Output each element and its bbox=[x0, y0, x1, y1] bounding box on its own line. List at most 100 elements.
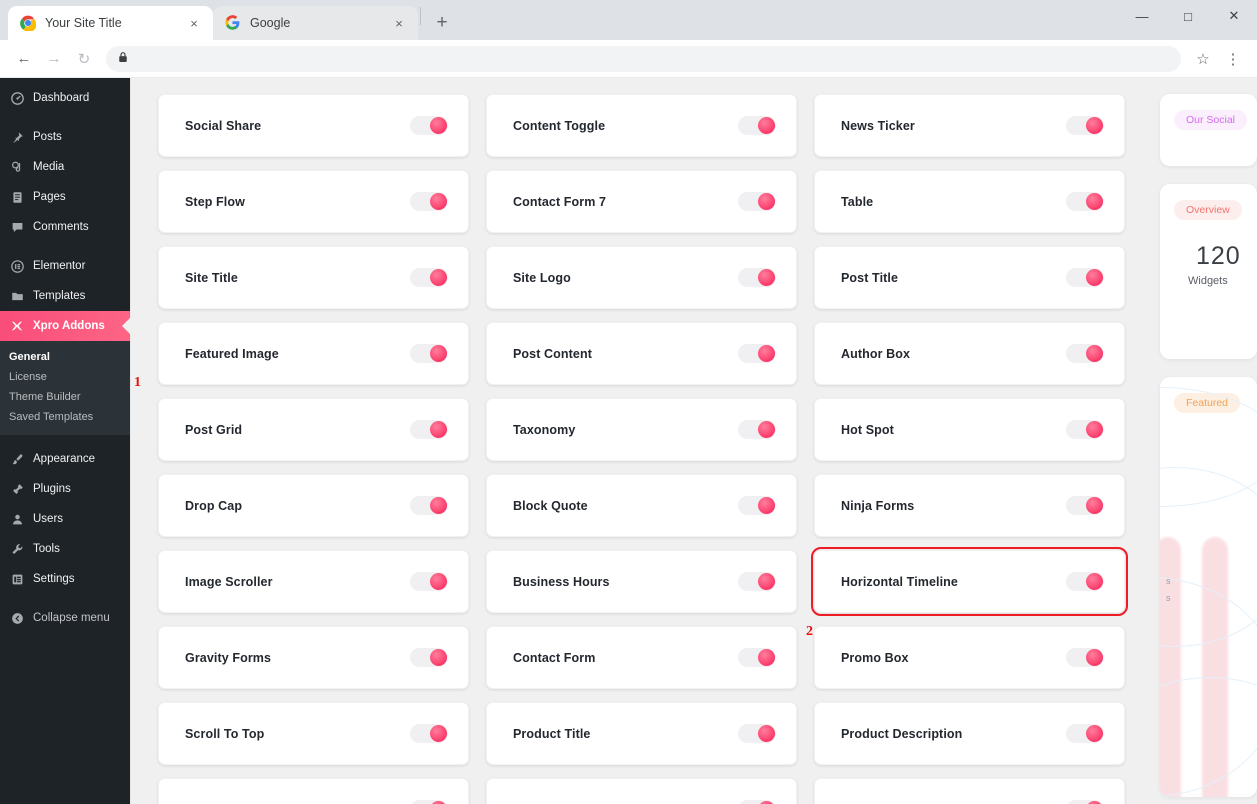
reload-icon[interactable]: ↻ bbox=[70, 45, 98, 73]
widget-card-contact-form[interactable]: Contact Form bbox=[486, 626, 797, 689]
widget-toggle[interactable] bbox=[410, 192, 448, 211]
widget-toggle[interactable] bbox=[738, 496, 776, 515]
widget-toggle[interactable] bbox=[738, 800, 776, 804]
widget-toggle[interactable] bbox=[410, 116, 448, 135]
widget-card[interactable] bbox=[486, 778, 797, 804]
sidebar-subitem-theme-builder[interactable]: Theme Builder bbox=[0, 387, 130, 407]
widget-card-drop-cap[interactable]: Drop Cap bbox=[158, 474, 469, 537]
widget-toggle[interactable] bbox=[738, 344, 776, 363]
sidebar-item-label: Plugins bbox=[33, 482, 71, 496]
widget-toggle[interactable] bbox=[410, 800, 448, 804]
toggle-knob bbox=[1086, 269, 1103, 286]
widget-card-horizontal-timeline[interactable]: Horizontal Timeline bbox=[814, 550, 1125, 613]
widget-toggle[interactable] bbox=[410, 268, 448, 287]
sidebar-subitem-general[interactable]: General bbox=[0, 347, 130, 367]
sidebar-item-tools[interactable]: Tools bbox=[0, 534, 130, 564]
widget-toggle[interactable] bbox=[1066, 344, 1104, 363]
widget-card-ninja-forms[interactable]: Ninja Forms bbox=[814, 474, 1125, 537]
widget-toggle[interactable] bbox=[738, 268, 776, 287]
toggle-knob bbox=[430, 725, 447, 742]
browser-menu-icon[interactable]: ⋮ bbox=[1219, 45, 1247, 73]
annotation-number-2: 2 bbox=[806, 624, 813, 640]
maximize-icon[interactable]: □ bbox=[1165, 0, 1211, 32]
sidebar-item-xpro-addons[interactable]: Xpro Addons bbox=[0, 311, 130, 341]
sidebar-item-posts[interactable]: Posts bbox=[0, 122, 130, 152]
forward-icon[interactable]: → bbox=[40, 45, 68, 73]
widget-card-table[interactable]: Table bbox=[814, 170, 1125, 233]
widget-toggle[interactable] bbox=[410, 496, 448, 515]
widget-card-social-share[interactable]: Social Share bbox=[158, 94, 469, 157]
widget-card-step-flow[interactable]: Step Flow bbox=[158, 170, 469, 233]
widget-toggle[interactable] bbox=[1066, 724, 1104, 743]
widget-card-taxonomy[interactable]: Taxonomy bbox=[486, 398, 797, 461]
widget-card-image-scroller[interactable]: Image Scroller bbox=[158, 550, 469, 613]
widget-card-promo-box[interactable]: Promo Box bbox=[814, 626, 1125, 689]
widget-toggle[interactable] bbox=[410, 724, 448, 743]
widget-card-post-content[interactable]: Post Content bbox=[486, 322, 797, 385]
widget-card-featured-image[interactable]: Featured Image bbox=[158, 322, 469, 385]
widget-card-product-title[interactable]: Product Title bbox=[486, 702, 797, 765]
browser-tab-google[interactable]: Google × bbox=[213, 6, 418, 40]
widget-card-author-box[interactable]: Author Box bbox=[814, 322, 1125, 385]
sidebar-item-media[interactable]: Media bbox=[0, 152, 130, 182]
widget-toggle[interactable] bbox=[738, 724, 776, 743]
address-bar[interactable] bbox=[106, 46, 1181, 72]
sidebar-item-templates[interactable]: Templates bbox=[0, 281, 130, 311]
widget-toggle[interactable] bbox=[738, 420, 776, 439]
widget-toggle[interactable] bbox=[738, 648, 776, 667]
close-icon[interactable]: × bbox=[185, 14, 203, 32]
widget-toggle[interactable] bbox=[1066, 192, 1104, 211]
sidebar-subitem-license[interactable]: License bbox=[0, 367, 130, 387]
toggle-knob bbox=[1086, 497, 1103, 514]
close-window-icon[interactable]: ✕ bbox=[1211, 0, 1257, 32]
widget-card-post-title[interactable]: Post Title bbox=[814, 246, 1125, 309]
widget-card-label: Featured Image bbox=[185, 347, 279, 361]
sidebar-item-elementor[interactable]: Elementor bbox=[0, 251, 130, 281]
widget-toggle[interactable] bbox=[410, 648, 448, 667]
widget-toggle[interactable] bbox=[1066, 800, 1104, 804]
sidebar-item-settings[interactable]: Settings bbox=[0, 564, 130, 594]
widget-toggle[interactable] bbox=[738, 192, 776, 211]
widget-card-contact-form-7[interactable]: Contact Form 7 bbox=[486, 170, 797, 233]
widget-card-post-grid[interactable]: Post Grid bbox=[158, 398, 469, 461]
minimize-icon[interactable]: — bbox=[1119, 0, 1165, 32]
close-icon[interactable]: × bbox=[390, 14, 408, 32]
sidebar-item-pages[interactable]: Pages bbox=[0, 182, 130, 212]
sidebar-item-appearance[interactable]: Appearance bbox=[0, 444, 130, 474]
widget-toggle[interactable] bbox=[1066, 420, 1104, 439]
widget-toggle[interactable] bbox=[1066, 648, 1104, 667]
toggle-knob bbox=[430, 421, 447, 438]
widget-toggle[interactable] bbox=[410, 572, 448, 591]
widget-card[interactable] bbox=[158, 778, 469, 804]
widget-toggle[interactable] bbox=[1066, 496, 1104, 515]
xpro-x-icon bbox=[9, 318, 25, 334]
sidebar-item-plugins[interactable]: Plugins bbox=[0, 474, 130, 504]
widget-card-news-ticker[interactable]: News Ticker bbox=[814, 94, 1125, 157]
bookmark-star-icon[interactable]: ☆ bbox=[1189, 45, 1217, 73]
sidebar-item-users[interactable]: Users bbox=[0, 504, 130, 534]
widget-toggle[interactable] bbox=[738, 572, 776, 591]
widget-card-business-hours[interactable]: Business Hours bbox=[486, 550, 797, 613]
widget-card-content-toggle[interactable]: Content Toggle bbox=[486, 94, 797, 157]
sidebar-item-collapse-menu[interactable]: Collapse menu bbox=[0, 603, 130, 633]
widget-card-block-quote[interactable]: Block Quote bbox=[486, 474, 797, 537]
new-tab-button[interactable]: + bbox=[428, 9, 456, 37]
sidebar-item-comments[interactable]: Comments bbox=[0, 212, 130, 242]
widget-toggle[interactable] bbox=[410, 420, 448, 439]
widget-card[interactable] bbox=[814, 778, 1125, 804]
widget-card-site-title[interactable]: Site Title bbox=[158, 246, 469, 309]
widget-toggle[interactable] bbox=[738, 116, 776, 135]
widget-card-site-logo[interactable]: Site Logo bbox=[486, 246, 797, 309]
widget-card-scroll-to-top[interactable]: Scroll To Top bbox=[158, 702, 469, 765]
widget-card-hot-spot[interactable]: Hot Spot bbox=[814, 398, 1125, 461]
browser-tab-your-site-title[interactable]: Your Site Title × bbox=[8, 6, 213, 40]
sidebar-subitem-saved-templates[interactable]: Saved Templates bbox=[0, 407, 130, 427]
widget-toggle[interactable] bbox=[410, 344, 448, 363]
widget-toggle[interactable] bbox=[1066, 116, 1104, 135]
widget-card-product-description[interactable]: Product Description bbox=[814, 702, 1125, 765]
back-icon[interactable]: ← bbox=[10, 45, 38, 73]
sidebar-item-dashboard[interactable]: Dashboard bbox=[0, 83, 130, 113]
widget-card-gravity-forms[interactable]: Gravity Forms bbox=[158, 626, 469, 689]
widget-toggle[interactable] bbox=[1066, 268, 1104, 287]
widget-toggle[interactable] bbox=[1066, 572, 1104, 591]
